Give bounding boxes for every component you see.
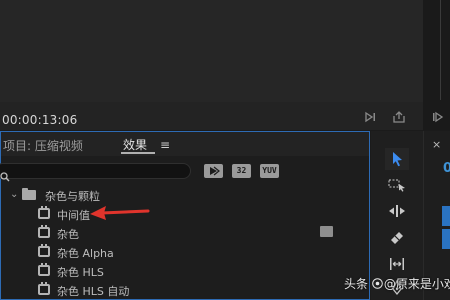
effects-panel: 项目: 压缩视频 效果 ≡ 32 YUV ⌄ 杂色与颗粒 中间值 杂色 杂色 A… [0,131,370,300]
divider [440,0,441,100]
effect-icon [38,206,50,219]
list-item[interactable]: 杂色 HLS [1,262,369,281]
search-input[interactable] [0,163,191,182]
slip-tool-icon[interactable] [385,253,409,275]
tree-folder[interactable]: ⌄ 杂色与颗粒 [1,186,369,205]
chevron-down-icon[interactable]: ⌄ [10,189,18,200]
watermark-brand: 头条 [344,277,369,291]
effect-icon [38,282,50,295]
item-label: 中间值 [57,209,90,222]
32-bit-color-icon[interactable]: 32 [232,164,251,178]
panel-menu-icon[interactable]: ≡ [160,138,170,152]
timecode[interactable]: 00:00:13:06 [2,113,77,127]
annotation-arrow-icon [88,203,150,224]
close-icon[interactable]: × [432,138,441,151]
video-track-header[interactable] [442,229,450,249]
selection-tool-icon[interactable] [385,148,409,170]
list-item[interactable]: 杂色 [1,224,369,243]
yuv-effects-icon[interactable]: YUV [260,164,279,178]
search-icon [0,172,10,182]
razor-tool-icon[interactable] [385,227,409,249]
accelerated-badge-icon [320,226,333,237]
folder-label: 杂色与颗粒 [45,190,100,203]
active-tab-indicator [121,152,155,154]
list-item[interactable]: 杂色 HLS 自动 [1,281,369,300]
ripple-edit-tool-icon[interactable] [385,200,409,222]
item-label: 杂色 Alpha [57,247,114,260]
video-preview [0,0,423,102]
watermark: 头条 @原来是小欢 [344,275,450,292]
panel-tabs: 项目: 压缩视频 效果 ≡ [1,132,369,156]
source-monitor: 00:00:13:06 [0,0,423,130]
video-track-header[interactable] [442,206,450,226]
brand-logo-icon [372,277,383,292]
list-item[interactable]: 中间值 [1,205,369,224]
export-frame-icon[interactable] [391,110,407,124]
item-label: 杂色 HLS [57,266,104,279]
watermark-handle: @原来是小欢 [383,277,450,291]
item-label: 杂色 [57,228,79,241]
program-play-icon[interactable] [431,110,447,124]
effect-icon [38,244,50,257]
folder-icon [22,188,36,200]
list-item[interactable]: 杂色 Alpha [1,243,369,262]
search-row: 32 YUV [0,158,369,184]
accelerated-effects-icon[interactable] [204,164,223,178]
tab-effects[interactable]: 效果 [123,136,147,153]
effect-icon [38,225,50,238]
item-label: 杂色 HLS 自动 [57,285,130,298]
tab-project[interactable]: 项目: 压缩视频 [3,137,83,154]
effect-icon [38,263,50,276]
track-select-tool-icon[interactable] [385,174,409,196]
timeline-timecode[interactable]: 0 [443,161,450,176]
step-forward-icon[interactable] [363,110,379,124]
